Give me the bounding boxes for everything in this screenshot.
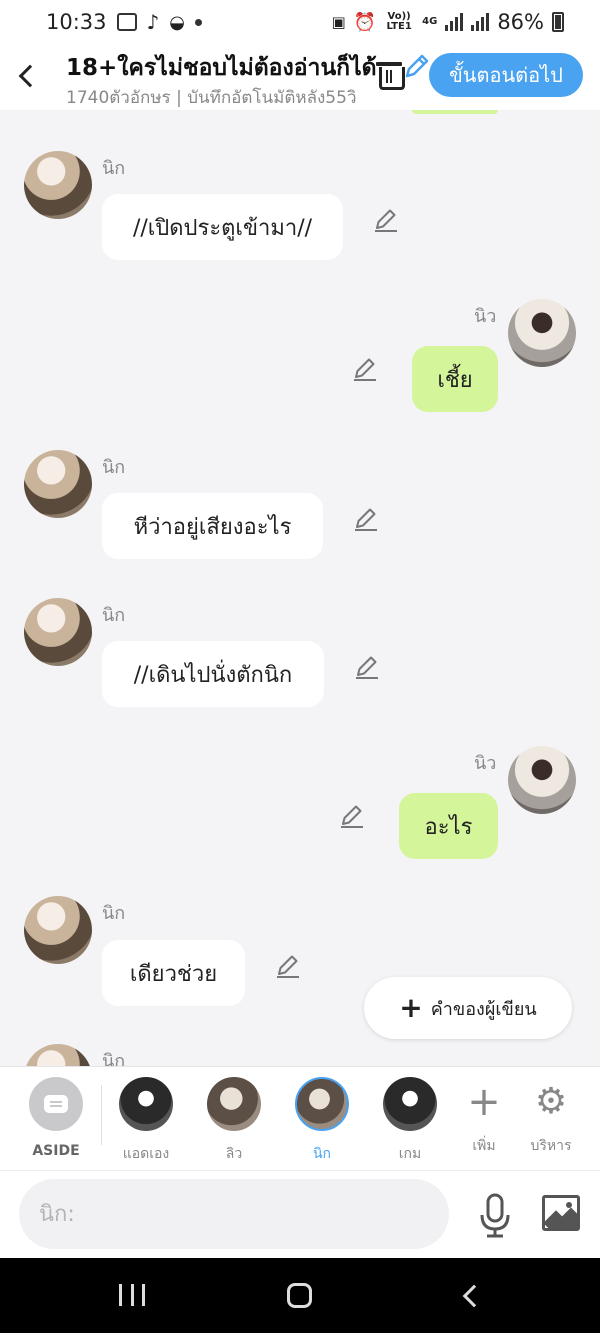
story-title[interactable]: 18+ใครไม่ชอบไม่ต้องอ่านก็ได้ (66, 50, 396, 86)
character-label: นิก (312, 1146, 332, 1162)
character-avatar (295, 1077, 349, 1131)
edit-message-pencil-icon[interactable] (352, 356, 378, 382)
next-step-button[interactable]: ขั้นตอนต่อไป (429, 53, 583, 97)
system-nav-bar (0, 1258, 600, 1333)
character-selector: ASIDE แอดเอง ลิว นิก เกม + เพิ่ม ⚙ บริหา… (0, 1066, 600, 1170)
network-type: 4G (422, 16, 438, 27)
battery-icon (552, 12, 564, 32)
message-bubble[interactable]: อะไร (399, 793, 498, 859)
chat-area[interactable]: นิก //เปิดประตูเข้ามา// นิว เชี้ย นิก หี… (0, 110, 600, 1066)
message-input[interactable] (19, 1179, 449, 1249)
battery-percent: 86% (497, 10, 544, 34)
more-notifications-dot (195, 18, 203, 26)
plus-icon: + (399, 991, 423, 1024)
home-icon[interactable] (287, 1283, 312, 1308)
aside-icon (29, 1077, 83, 1131)
status-bar: 10:33 ♪ ◒ ▣ ⏰ Vo)) LTE1 4G 86% (0, 0, 600, 44)
edit-message-pencil-icon[interactable] (373, 207, 399, 233)
speaker-name: นิก (102, 1051, 126, 1066)
speaker-name: นิก (102, 158, 126, 179)
aside-button[interactable]: ASIDE (16, 1077, 96, 1159)
avatar[interactable] (508, 299, 576, 367)
edit-title-pencil-icon[interactable] (403, 52, 431, 80)
character-item[interactable]: ลิว (194, 1077, 274, 1165)
signal-icon (445, 13, 464, 31)
partial-message-bubble (412, 110, 498, 114)
author-note-label: คำของผู้เขียน (430, 998, 537, 1020)
story-subtitle: 1740ตัวอักษร | บันทึกอัตโนมัติหลัง55วิ (66, 88, 357, 108)
avatar[interactable] (508, 746, 576, 814)
message-bubble[interactable]: เดียวช่วย (102, 940, 245, 1006)
avatar[interactable] (24, 896, 92, 964)
avatar[interactable] (24, 151, 92, 219)
character-avatar (383, 1077, 437, 1131)
editor-header: 18+ใครไม่ชอบไม่ต้องอ่านก็ได้ 1740ตัวอักษ… (0, 44, 600, 110)
divider (101, 1085, 102, 1145)
alarm-icon: ⏰ (353, 11, 377, 33)
add-label: เพิ่ม (472, 1138, 496, 1154)
speaker-name: นิก (102, 457, 126, 478)
plus-icon: + (467, 1079, 501, 1125)
character-item[interactable]: แอดเอง (106, 1077, 186, 1165)
speaker-name: นิว (474, 306, 497, 327)
back-nav-icon[interactable] (462, 1284, 486, 1308)
signal-2-icon (471, 13, 490, 31)
tiktok-notification-icon: ♪ (146, 10, 160, 34)
author-note-button[interactable]: + คำของผู้เขียน (364, 977, 572, 1039)
gallery-notification-icon (116, 13, 137, 31)
character-label: แอดเอง (122, 1146, 170, 1162)
speaker-name: นิก (102, 605, 126, 626)
manage-characters-button[interactable]: ⚙ บริหาร (511, 1075, 591, 1157)
app-notification-icon: ◒ (169, 11, 186, 33)
message-bubble[interactable]: //เดินไปนั่งตักนิก (102, 641, 324, 707)
gear-icon: ⚙ (534, 1081, 568, 1122)
speaker-name: นิว (474, 753, 497, 774)
avatar[interactable] (24, 450, 92, 518)
character-label: ลิว (225, 1146, 243, 1162)
image-icon[interactable] (542, 1195, 580, 1231)
avatar[interactable] (24, 1044, 92, 1066)
character-avatar (207, 1077, 261, 1131)
character-avatar (119, 1077, 173, 1131)
lock-icon: ▣ (331, 13, 346, 31)
microphone-icon[interactable] (478, 1193, 512, 1239)
character-label: เกม (398, 1146, 422, 1162)
edit-message-pencil-icon[interactable] (275, 953, 301, 979)
message-bubble[interactable]: เชี้ย (412, 346, 498, 412)
edit-message-pencil-icon[interactable] (339, 803, 365, 829)
character-item[interactable]: เกม (370, 1077, 450, 1165)
edit-message-pencil-icon[interactable] (353, 506, 379, 532)
message-bubble[interactable]: //เปิดประตูเข้ามา// (102, 194, 343, 260)
volte-label: Vo)) LTE1 (386, 11, 412, 32)
back-button[interactable] (12, 58, 42, 94)
edit-message-pencil-icon[interactable] (354, 654, 380, 680)
status-time: 10:33 (46, 10, 107, 34)
aside-label: ASIDE (32, 1143, 80, 1159)
recent-apps-icon[interactable] (119, 1284, 145, 1306)
speaker-name: นิก (102, 903, 126, 924)
character-item-selected[interactable]: นิก (282, 1077, 362, 1165)
composer (0, 1170, 600, 1258)
avatar[interactable] (24, 598, 92, 666)
manage-label: บริหาร (530, 1138, 572, 1154)
trash-icon[interactable] (376, 58, 405, 90)
message-bubble[interactable]: หีว่าอยู่เสียงอะไร (102, 493, 323, 559)
